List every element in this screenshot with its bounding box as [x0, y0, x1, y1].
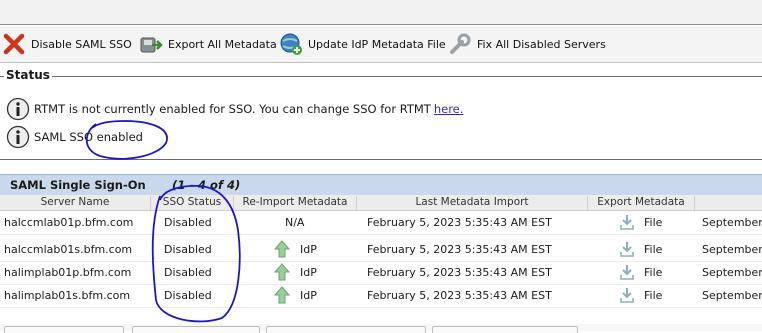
extra-column: September [702, 266, 762, 279]
saml-sso-table: SAML Single Sign-On (1 - 4 of 4) Server … [0, 174, 762, 331]
last-import: February 5, 2023 5:35:43 AM EST [367, 216, 552, 229]
extra-column: September [702, 289, 762, 302]
up-arrow-icon [274, 286, 290, 304]
export-file-link[interactable]: File [618, 286, 662, 304]
bottom-button[interactable] [432, 326, 578, 333]
table-row: halccmlab01s.bfm.com Disabled IdP Februa… [0, 238, 762, 262]
last-import: February 5, 2023 5:35:43 AM EST [367, 289, 552, 302]
toolbar: Disable SAML SSO Export All Metadata Upd… [0, 26, 762, 63]
download-icon [620, 242, 634, 257]
status-section: Status RTMT is not currently enabled for… [0, 68, 762, 160]
export-file-label: File [644, 265, 663, 279]
saml-status-text: SAML SSO enabled [34, 130, 143, 144]
sso-status: Disabled [164, 216, 212, 229]
wrench-icon [448, 32, 472, 56]
reimport-idp-label: IdP [300, 265, 317, 279]
last-import: February 5, 2023 5:35:43 AM EST [367, 266, 552, 279]
bottom-button[interactable] [266, 326, 426, 333]
disable-saml-sso-button[interactable]: Disable SAML SSO [2, 32, 132, 56]
export-file-link[interactable]: File [618, 213, 662, 231]
last-import: February 5, 2023 5:35:43 AM EST [367, 243, 552, 256]
col-sso-status[interactable]: SSO Status [151, 196, 234, 210]
reimport-idp-link[interactable]: IdP [274, 263, 317, 281]
reimport-idp-label: IdP [300, 242, 317, 256]
update-idp-metadata-label: Update IdP Metadata File [308, 37, 446, 51]
update-idp-metadata-button[interactable]: Update IdP Metadata File [279, 32, 446, 56]
export-disk-icon [139, 32, 163, 56]
server-name: halimplab01p.bfm.com [4, 266, 132, 279]
col-last-metadata-import[interactable]: Last Metadata Import [357, 196, 588, 210]
export-file-label: File [644, 242, 663, 256]
reimport-idp-link[interactable]: IdP [274, 240, 317, 258]
export-file-link[interactable]: File [618, 240, 662, 258]
col-reimport-metadata[interactable]: Re-Import Metadata [234, 196, 357, 210]
rtmt-here-link[interactable]: here. [434, 102, 464, 116]
up-arrow-icon [274, 240, 290, 258]
table-header: Server Name SSO Status Re-Import Metadat… [0, 195, 762, 211]
table-row: halccmlab01p.bfm.com Disabled N/A Februa… [0, 211, 762, 235]
reimport-idp-label: IdP [300, 288, 317, 302]
download-icon [620, 215, 634, 230]
status-legend: Status [4, 68, 52, 82]
server-name: halccmlab01s.bfm.com [4, 243, 133, 256]
red-x-icon [2, 32, 26, 56]
bottom-button[interactable] [4, 326, 124, 333]
reimport-idp-link[interactable]: IdP [274, 286, 317, 304]
download-icon [620, 288, 634, 303]
export-file-label: File [644, 215, 663, 229]
col-server-name[interactable]: Server Name [0, 196, 151, 210]
up-arrow-icon [274, 263, 290, 281]
download-icon [620, 265, 634, 280]
server-name: halimplab01s.bfm.com [4, 289, 131, 302]
sso-status: Disabled [164, 289, 212, 302]
info-icon [6, 97, 30, 121]
table-row: halimplab01p.bfm.com Disabled IdP Februa… [0, 261, 762, 285]
export-file-label: File [644, 288, 663, 302]
col-export-metadata[interactable]: Export Metadata [588, 196, 695, 210]
sso-status: Disabled [164, 266, 212, 279]
extra-column: September [702, 243, 762, 256]
extra-column: September [702, 216, 762, 229]
export-all-metadata-label: Export All Metadata [168, 37, 277, 51]
reimport-value: N/A [285, 216, 305, 229]
record-count: (1 - 4 of 4) [172, 178, 241, 192]
table-title-bar: SAML Single Sign-On (1 - 4 of 4) [0, 174, 762, 196]
table-title: SAML Single Sign-On [10, 178, 146, 192]
fix-all-disabled-servers-label: Fix All Disabled Servers [477, 37, 606, 51]
export-file-link[interactable]: File [618, 263, 662, 281]
saml-status-line: SAML SSO enabled [6, 125, 143, 149]
sso-status: Disabled [164, 243, 212, 256]
export-all-metadata-button[interactable]: Export All Metadata [139, 32, 277, 56]
top-strip [0, 0, 762, 25]
disable-saml-sso-label: Disable SAML SSO [31, 37, 132, 51]
rtmt-status-text: RTMT is not currently enabled for SSO. Y… [34, 102, 431, 116]
server-name: halccmlab01p.bfm.com [4, 216, 134, 229]
fix-all-disabled-servers-button[interactable]: Fix All Disabled Servers [448, 32, 606, 56]
col-extra [695, 196, 762, 210]
globe-update-icon [279, 32, 303, 56]
table-row: halimplab01s.bfm.com Disabled IdP Februa… [0, 284, 762, 308]
info-icon [6, 125, 30, 149]
bottom-button-strip [0, 324, 762, 333]
bottom-button[interactable] [132, 326, 260, 333]
rtmt-status-line: RTMT is not currently enabled for SSO. Y… [6, 97, 463, 121]
